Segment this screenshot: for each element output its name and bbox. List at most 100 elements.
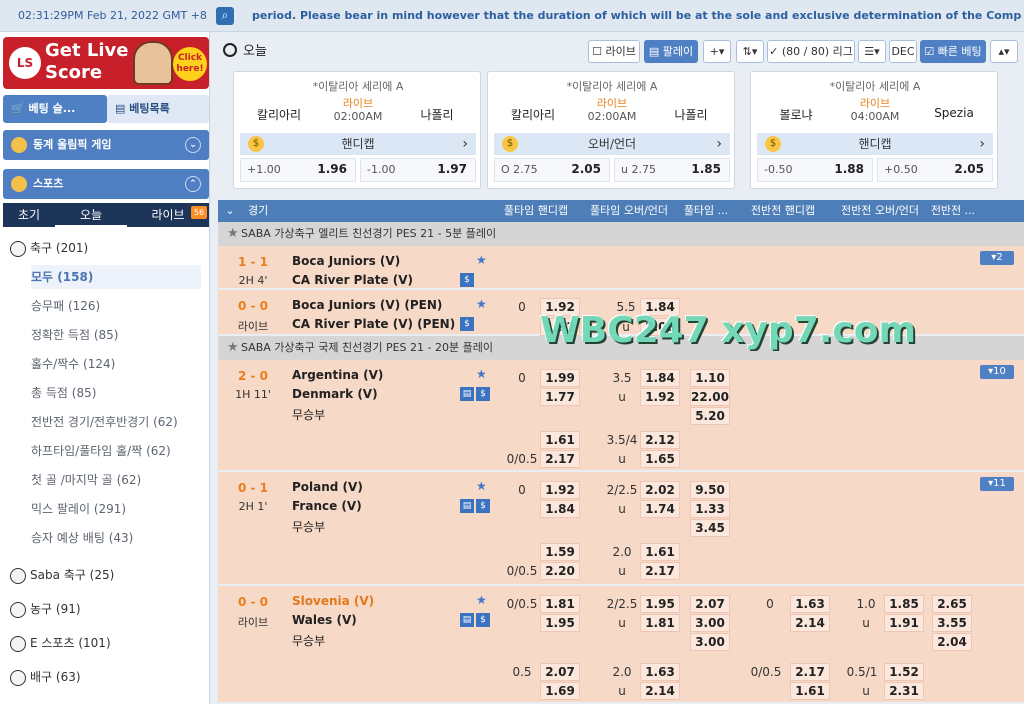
- odds-cell[interactable]: 1.84: [540, 500, 580, 518]
- odds-cell[interactable]: 1.74: [640, 500, 680, 518]
- filter-first-last-goal[interactable]: 첫 골 /마지막 골 (62): [31, 468, 201, 492]
- filter-all[interactable]: 모두 (158): [31, 265, 201, 289]
- search-icon[interactable]: ⌕: [216, 7, 234, 25]
- view-button[interactable]: ☰▾: [858, 40, 886, 63]
- filter-halftime-fulltime[interactable]: 전반전 경기/전후반경기 (62): [31, 410, 201, 434]
- filter-total-goals[interactable]: 총 득점 (85): [31, 381, 201, 405]
- odds-cell[interactable]: 1.91: [884, 614, 924, 632]
- tab-today[interactable]: 오늘: [55, 203, 127, 227]
- click-here-badge[interactable]: Click here!: [173, 47, 207, 81]
- odds-cell[interactable]: 1.85: [884, 595, 924, 613]
- odds-cell[interactable]: 1.33: [690, 500, 730, 518]
- odds-cell[interactable]: 2.14: [790, 614, 830, 632]
- tab-live[interactable]: 라이브 56: [127, 203, 209, 227]
- odds-cell[interactable]: 2.31: [884, 682, 924, 700]
- odds-cell[interactable]: 1.92: [640, 388, 680, 406]
- sport-item-soccer[interactable]: 축구 (201): [10, 236, 200, 260]
- odds-cell[interactable]: 2.17: [790, 663, 830, 681]
- odds-cell[interactable]: 1.59: [540, 543, 580, 561]
- odds-cell[interactable]: 1.63: [790, 595, 830, 613]
- favorite-star-icon[interactable]: ★: [476, 297, 487, 311]
- odds-cell[interactable]: 22.00: [690, 388, 730, 406]
- odds-cell[interactable]: 1.77: [540, 388, 580, 406]
- sport-item-volleyball[interactable]: 배구 (63): [10, 665, 200, 689]
- favorite-star-icon[interactable]: ★: [476, 253, 487, 267]
- odds-cell[interactable]: u 2.75 1.85: [614, 158, 730, 182]
- tab-early[interactable]: 초기: [3, 203, 55, 227]
- table-row[interactable]: 0 - 0 라이브 Slovenia (V) Wales (V) 무승부 ★ ▤…: [218, 586, 1024, 704]
- money-icon[interactable]: $: [460, 273, 474, 287]
- filter-mix-parlay[interactable]: 믹스 팔레이 (291): [31, 497, 201, 521]
- odds-cell[interactable]: 2.07: [540, 663, 580, 681]
- more-markets-button[interactable]: ▾11: [980, 477, 1014, 491]
- add-market-button[interactable]: +▾: [703, 40, 731, 63]
- score-icon[interactable]: ▤: [460, 387, 474, 401]
- odds-cell[interactable]: +0.50 2.05: [877, 158, 993, 182]
- table-row[interactable]: 1 - 1 2H 4' Boca Juniors (V) CA River Pl…: [218, 246, 1024, 290]
- odds-cell[interactable]: 1.61: [640, 543, 680, 561]
- filter-1x2[interactable]: 승무패 (126): [31, 294, 201, 318]
- bet-slip-button[interactable]: 🛒 베팅 슬...: [3, 95, 107, 123]
- star-icon[interactable]: ★: [227, 336, 239, 360]
- filter-odd-even[interactable]: 홀수/짝수 (124): [31, 352, 201, 376]
- odds-type-button[interactable]: DEC: [889, 40, 917, 63]
- live-score-banner[interactable]: LS Get Live Score Click here!: [3, 37, 209, 89]
- league-row[interactable]: ★ SABA 가상축구 엘리트 친선경기 PES 21 - 5분 플레이: [218, 222, 1024, 246]
- favorite-star-icon[interactable]: ★: [476, 479, 487, 493]
- odds-cell[interactable]: 1.63: [640, 663, 680, 681]
- odds-cell[interactable]: 1.69: [540, 682, 580, 700]
- odds-cell[interactable]: +1.00 1.96: [240, 158, 356, 182]
- featured-match-card[interactable]: *이탈리아 세리에 A 볼로냐 라이브 04:00AM Spezia $ 핸디캡 ›…: [750, 71, 998, 189]
- odds-cell[interactable]: 1.95: [640, 595, 680, 613]
- filter-outright[interactable]: 승자 예상 배팅 (43): [31, 526, 201, 550]
- odds-cell[interactable]: O 2.75 2.05: [494, 158, 610, 182]
- odds-cell[interactable]: 1.52: [884, 663, 924, 681]
- favorite-star-icon[interactable]: ★: [476, 593, 487, 607]
- odds-cell[interactable]: 3.45: [690, 519, 730, 537]
- sport-item-esports[interactable]: E 스포츠 (101): [10, 631, 200, 655]
- money-icon[interactable]: $: [460, 317, 474, 331]
- odds-cell[interactable]: 1.92: [540, 481, 580, 499]
- odds-cell[interactable]: 3.00: [690, 633, 730, 651]
- odds-cell[interactable]: 1.65: [640, 450, 680, 468]
- refresh-button[interactable]: ▴▾: [990, 40, 1018, 63]
- money-icon[interactable]: $: [476, 387, 490, 401]
- quick-bet-button[interactable]: ☑ 빠른 베팅: [920, 40, 986, 63]
- odds-cell[interactable]: 2.12: [640, 431, 680, 449]
- sport-item-saba-soccer[interactable]: Saba 축구 (25): [10, 563, 200, 587]
- more-markets-button[interactable]: ▾2: [980, 251, 1014, 265]
- card-market-bar[interactable]: $ 오버/언더 ›: [494, 133, 730, 155]
- chevron-down-icon[interactable]: ⌄: [185, 137, 201, 153]
- odds-cell[interactable]: -1.00 1.97: [360, 158, 476, 182]
- odds-cell[interactable]: 1.95: [540, 614, 580, 632]
- chevron-up-icon[interactable]: ⌃: [185, 176, 201, 192]
- odds-cell[interactable]: 2.04: [932, 633, 972, 651]
- odds-cell[interactable]: 1.61: [790, 682, 830, 700]
- odds-cell[interactable]: -0.50 1.88: [757, 158, 873, 182]
- odds-cell[interactable]: 1.61: [540, 431, 580, 449]
- winter-games-menu[interactable]: 동계 올림픽 게임 ⌄: [3, 130, 209, 160]
- chevron-down-icon[interactable]: ⌄: [218, 200, 242, 222]
- money-icon[interactable]: $: [476, 613, 490, 627]
- card-market-bar[interactable]: $ 핸디캡 ›: [240, 133, 476, 155]
- sports-menu[interactable]: 스포츠 ⌃: [3, 169, 209, 199]
- featured-match-card[interactable]: *이탈리아 세리에 A 칼리아리 라이브 02:00AM 나폴리 $ 오버/언더 ›…: [487, 71, 735, 189]
- odds-cell[interactable]: 1.81: [640, 614, 680, 632]
- live-toggle-button[interactable]: ☐ 라이브: [588, 40, 640, 63]
- odds-cell[interactable]: 2.17: [640, 562, 680, 580]
- odds-cell[interactable]: 2.20: [540, 562, 580, 580]
- parlay-button[interactable]: ▤ 팔레이: [644, 40, 698, 63]
- odds-cell[interactable]: 2.02: [640, 481, 680, 499]
- score-icon[interactable]: ▤: [460, 499, 474, 513]
- filter-correct-score[interactable]: 정확한 득점 (85): [31, 323, 201, 347]
- favorite-star-icon[interactable]: ★: [476, 367, 487, 381]
- odds-cell[interactable]: 2.14: [640, 682, 680, 700]
- odds-cell[interactable]: 5.20: [690, 407, 730, 425]
- odds-cell[interactable]: 2.65: [932, 595, 972, 613]
- money-icon[interactable]: $: [476, 499, 490, 513]
- card-market-bar[interactable]: $ 핸디캡 ›: [757, 133, 993, 155]
- table-row[interactable]: 0 - 1 2H 1' Poland (V) France (V) 무승부 ★ …: [218, 472, 1024, 586]
- filter-half-odd-even[interactable]: 하프타임/풀타임 홀/짝 (62): [31, 439, 201, 463]
- odds-cell[interactable]: 1.81: [540, 595, 580, 613]
- star-icon[interactable]: ★: [227, 222, 239, 246]
